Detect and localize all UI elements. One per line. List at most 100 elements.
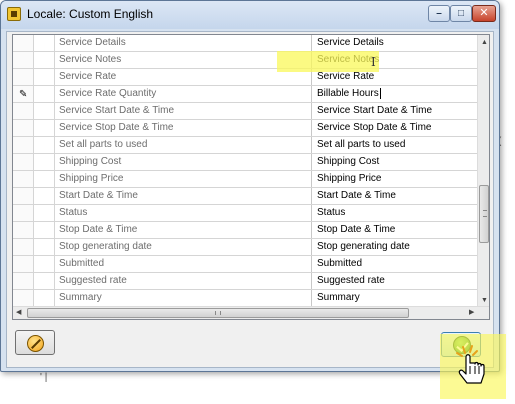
row-selector[interactable] bbox=[13, 120, 34, 136]
grip-icon bbox=[483, 210, 487, 217]
row-spacer-cell bbox=[34, 273, 55, 289]
key-cell: Service Stop Date & Time bbox=[55, 120, 312, 136]
row-selector[interactable] bbox=[13, 239, 34, 255]
value-cell[interactable]: Service Stop Date & Time bbox=[312, 120, 479, 136]
hand-pointer-icon bbox=[456, 345, 485, 384]
vertical-scrollbar[interactable]: ▲ ▼ bbox=[477, 35, 489, 307]
value-cell[interactable]: Status bbox=[312, 205, 479, 221]
window-title: Locale: Custom English bbox=[27, 7, 154, 21]
scroll-down-icon[interactable]: ▼ bbox=[481, 297, 488, 304]
value-cell[interactable]: Stop Date & Time bbox=[312, 222, 479, 238]
row-spacer-cell bbox=[34, 120, 55, 136]
value-cell[interactable]: Shipping Price bbox=[312, 171, 479, 187]
table-row[interactable]: Shipping Price Shipping Price bbox=[13, 171, 479, 188]
vertical-scroll-thumb[interactable] bbox=[479, 185, 489, 243]
row-spacer-cell bbox=[34, 205, 55, 221]
value-cell[interactable]: Set all parts to used bbox=[312, 137, 479, 153]
row-spacer-cell bbox=[34, 222, 55, 238]
row-selector[interactable] bbox=[13, 273, 34, 289]
table-row[interactable]: Start Date & Time Start Date & Time bbox=[13, 188, 479, 205]
maximize-icon: □ bbox=[457, 7, 465, 19]
title-bar[interactable]: Locale: Custom English – □ ✕ bbox=[1, 1, 499, 29]
value-cell[interactable]: Service Start Date & Time bbox=[312, 103, 479, 119]
scroll-up-icon[interactable]: ▲ bbox=[481, 39, 488, 46]
value-cell[interactable]: Suggested rate bbox=[312, 273, 479, 289]
key-cell: Status bbox=[55, 205, 312, 221]
key-cell: Submitted bbox=[55, 256, 312, 272]
row-selector[interactable] bbox=[13, 35, 34, 51]
key-cell: Service Rate Quantity bbox=[55, 86, 312, 102]
row-selector[interactable] bbox=[13, 290, 34, 306]
table-row[interactable]: Status Status bbox=[13, 205, 479, 222]
row-selector[interactable] bbox=[13, 188, 34, 204]
key-cell: Stop generating date bbox=[55, 239, 312, 255]
value-edit-field[interactable]: Billable Hours bbox=[312, 86, 479, 102]
row-selector[interactable] bbox=[13, 171, 34, 187]
minimize-icon: – bbox=[436, 7, 442, 19]
edit-highlight bbox=[277, 51, 379, 72]
value-cell[interactable]: Service Details bbox=[312, 35, 479, 51]
row-spacer-cell bbox=[34, 52, 55, 68]
table-row[interactable]: Service Start Date & Time Service Start D… bbox=[13, 103, 479, 120]
locale-dialog: Locale: Custom English – □ ✕ Service Det… bbox=[0, 0, 500, 372]
value-cell[interactable]: Start Date & Time bbox=[312, 188, 479, 204]
scroll-left-icon[interactable]: ◀ bbox=[16, 309, 21, 316]
table-row[interactable]: Shipping Cost Shipping Cost bbox=[13, 154, 479, 171]
horizontal-scroll-thumb[interactable] bbox=[27, 308, 409, 318]
row-spacer-cell bbox=[34, 103, 55, 119]
key-cell: Start Date & Time bbox=[55, 188, 312, 204]
cancel-button[interactable] bbox=[15, 330, 55, 355]
app-icon bbox=[7, 7, 21, 21]
row-spacer-cell bbox=[34, 171, 55, 187]
key-cell: Shipping Cost bbox=[55, 154, 312, 170]
cancel-circle-icon bbox=[27, 335, 44, 352]
table-row[interactable]: Set all parts to used Set all parts to us… bbox=[13, 137, 479, 154]
grip-icon bbox=[215, 311, 221, 315]
row-spacer-cell bbox=[34, 188, 55, 204]
minimize-button[interactable]: – bbox=[428, 5, 450, 22]
translation-grid: Service Details Service Details Service No… bbox=[12, 34, 490, 320]
table-row[interactable]: Service Rate Service Rate bbox=[13, 69, 479, 86]
table-row[interactable]: Summary Summary bbox=[13, 290, 479, 307]
table-row[interactable]: Stop generating date Stop generating date bbox=[13, 239, 479, 256]
value-cell[interactable]: Summary bbox=[312, 290, 479, 306]
key-cell: Suggested rate bbox=[55, 273, 312, 289]
row-selector[interactable] bbox=[13, 137, 34, 153]
text-cursor-icon: I bbox=[371, 55, 376, 69]
key-cell: Service Notes bbox=[55, 52, 312, 68]
row-selector[interactable] bbox=[13, 52, 34, 68]
value-cell[interactable]: Shipping Cost bbox=[312, 154, 479, 170]
row-spacer-cell bbox=[34, 137, 55, 153]
table-row[interactable]: Service NotesService Notes bbox=[13, 52, 479, 69]
table-row[interactable]: Submitted Submitted bbox=[13, 256, 479, 273]
table-row[interactable]: Suggested rate Suggested rate bbox=[13, 273, 479, 290]
maximize-button[interactable]: □ bbox=[450, 5, 472, 22]
row-spacer-cell bbox=[34, 290, 55, 306]
value-cell[interactable]: Submitted bbox=[312, 256, 479, 272]
row-spacer-cell bbox=[34, 239, 55, 255]
row-selector[interactable] bbox=[13, 205, 34, 221]
row-selector[interactable] bbox=[13, 256, 34, 272]
key-cell: Summary bbox=[55, 290, 312, 306]
row-selector[interactable] bbox=[13, 222, 34, 238]
table-row[interactable]: Service Details Service Details bbox=[13, 35, 479, 52]
row-spacer-cell bbox=[34, 35, 55, 51]
row-selector[interactable]: ✎ bbox=[13, 86, 34, 102]
close-button[interactable]: ✕ bbox=[472, 5, 496, 22]
key-cell: Service Rate bbox=[55, 69, 312, 85]
row-spacer-cell bbox=[34, 86, 55, 102]
background-mark: ' | bbox=[40, 372, 48, 383]
table-row[interactable]: ✎ Service Rate Quantity Billable Hours bbox=[13, 86, 479, 103]
key-cell: Set all parts to used bbox=[55, 137, 312, 153]
scroll-right-icon[interactable]: ▶ bbox=[469, 309, 474, 316]
value-cell[interactable]: Stop generating date bbox=[312, 239, 479, 255]
row-selector[interactable] bbox=[13, 154, 34, 170]
row-selector[interactable] bbox=[13, 103, 34, 119]
table-row[interactable]: Service Stop Date & Time Service Stop Dat… bbox=[13, 120, 479, 137]
table-row[interactable]: Stop Date & Time Stop Date & Time bbox=[13, 222, 479, 239]
row-selector[interactable] bbox=[13, 69, 34, 85]
text-caret bbox=[379, 87, 381, 99]
pencil-icon: ✎ bbox=[19, 89, 28, 100]
row-spacer-cell bbox=[34, 69, 55, 85]
horizontal-scrollbar[interactable]: ◀ ▶ bbox=[13, 306, 489, 319]
